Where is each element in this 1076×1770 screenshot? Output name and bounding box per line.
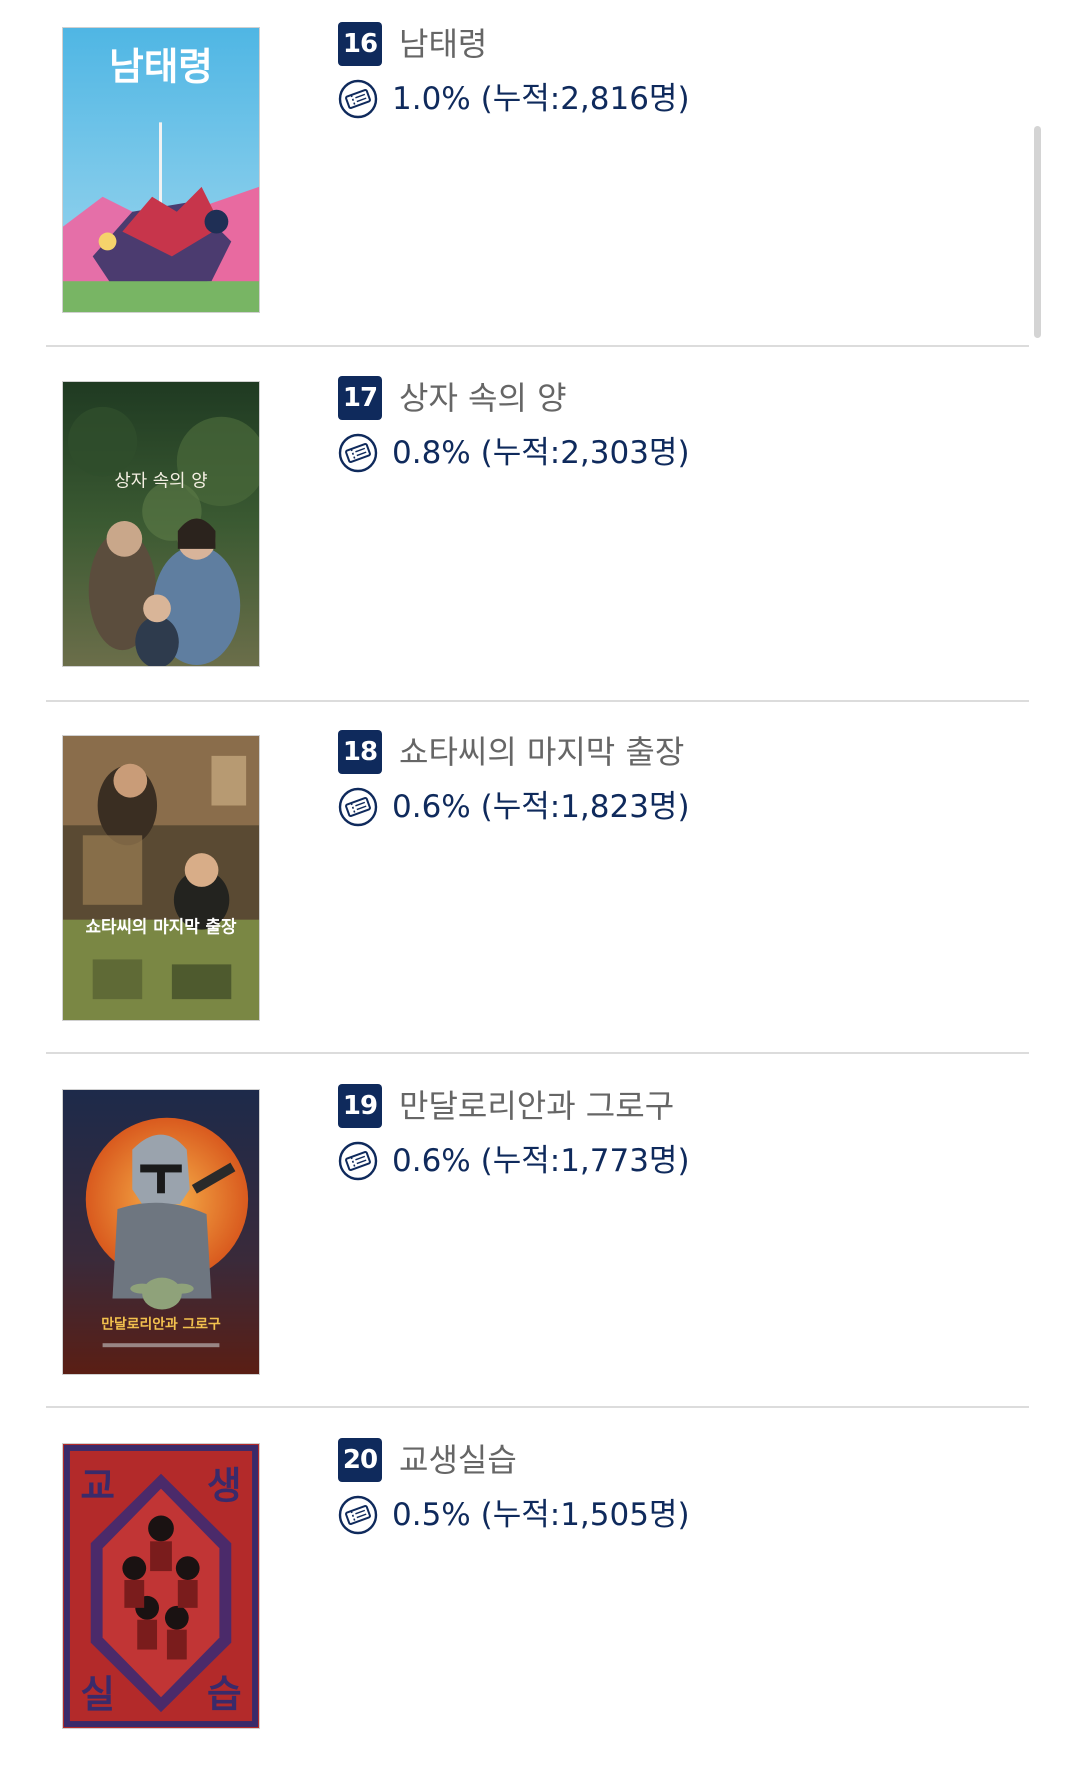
poster-art-shota: 쇼타씨의 마지막 출장 (63, 736, 259, 1020)
poster-art-sheep-in-box: 상자 속의 양 (63, 382, 259, 666)
rank-badge: 20 (338, 1438, 382, 1482)
movie-poster[interactable]: 남태령 (62, 27, 260, 313)
audience-share-text: 0.8% (누적:2,303명) (392, 435, 690, 471)
movie-title[interactable]: 남태령 (399, 22, 487, 66)
rank-badge: 17 (338, 376, 382, 420)
poster-letter: 습 (207, 1672, 242, 1716)
poster-art-teaching-practice: 교 생 실 습 (63, 1444, 259, 1728)
audience-stat: 0.6% (누적:1,773명) (338, 1139, 690, 1183)
poster-letter: 실 (80, 1672, 115, 1716)
poster-title-text: 쇼타씨의 마지막 출장 (86, 917, 237, 937)
poster-letter: 생 (207, 1464, 242, 1508)
scrollbar[interactable] (1034, 126, 1041, 338)
movie-title[interactable]: 교생실습 (399, 1438, 517, 1482)
row-divider (46, 345, 1029, 347)
ticket-icon (338, 1141, 378, 1181)
audience-stat: 0.8% (누적:2,303명) (338, 431, 690, 475)
poster-title-text: 상자 속의 양 (114, 470, 207, 491)
movie-title[interactable]: 상자 속의 양 (399, 376, 567, 420)
movie-poster[interactable]: 만달로리안과 그로구 (62, 1089, 260, 1375)
rank-badge: 18 (338, 730, 382, 774)
audience-share-text: 0.5% (누적:1,505명) (392, 1497, 690, 1533)
ticket-icon (338, 433, 378, 473)
audience-share-text: 0.6% (누적:1,773명) (392, 1143, 690, 1179)
movie-title[interactable]: 만달로리안과 그로구 (399, 1084, 674, 1128)
movie-title[interactable]: 쇼타씨의 마지막 출장 (399, 730, 684, 774)
movie-poster[interactable]: 교 생 실 습 (62, 1443, 260, 1729)
audience-share-text: 0.6% (누적:1,823명) (392, 789, 690, 825)
audience-share-text: 1.0% (누적:2,816명) (392, 81, 690, 117)
row-divider (46, 700, 1029, 702)
movie-poster[interactable]: 상자 속의 양 (62, 381, 260, 667)
audience-stat: 0.6% (누적:1,823명) (338, 785, 690, 829)
poster-art-namtaeryeong: 남태령 (63, 28, 259, 312)
audience-stat: 0.5% (누적:1,505명) (338, 1493, 690, 1537)
movie-item[interactable]: 남태령 16 남태령 1.0% (누적:2,816명) (46, 0, 1029, 354)
rank-badge: 19 (338, 1084, 382, 1128)
movie-poster[interactable]: 쇼타씨의 마지막 출장 (62, 735, 260, 1021)
poster-title-text: 만달로리안과 그로구 (101, 1315, 221, 1332)
movie-item[interactable]: 만달로리안과 그로구 19 만달로리안과 그로구 0.6% (누적:1,773명… (46, 1062, 1029, 1416)
ticket-icon (338, 787, 378, 827)
ticket-icon (338, 1495, 378, 1535)
movie-item[interactable]: 쇼타씨의 마지막 출장 18 쇼타씨의 마지막 출장 0.6% (누적:1,82… (46, 708, 1029, 1062)
row-divider (46, 1052, 1029, 1054)
poster-letter: 교 (80, 1464, 115, 1508)
poster-art-mandalorian: 만달로리안과 그로구 (63, 1090, 259, 1374)
rank-badge: 16 (338, 22, 382, 66)
ticket-icon (338, 79, 378, 119)
audience-stat: 1.0% (누적:2,816명) (338, 77, 690, 121)
poster-title-text: 남태령 (109, 45, 213, 89)
movie-item[interactable]: 상자 속의 양 17 상자 속의 양 0.8% (누적:2,303명) (46, 354, 1029, 708)
row-divider (46, 1406, 1029, 1408)
movie-item[interactable]: 교 생 실 습 20 교생실습 0.5% (누적:1,505명) (46, 1416, 1029, 1770)
